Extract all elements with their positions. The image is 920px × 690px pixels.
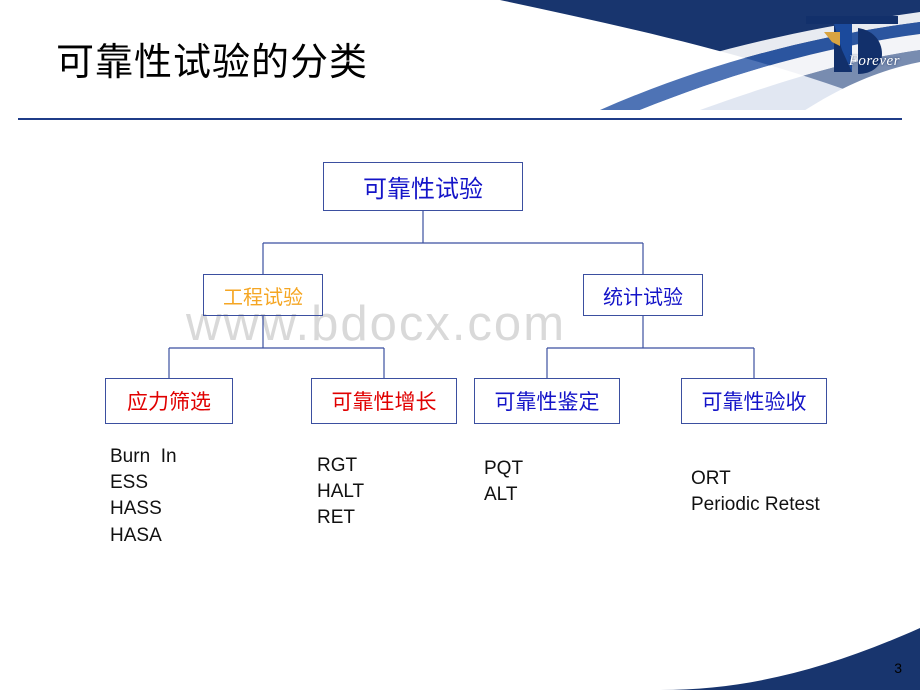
page-number: 3 [894,660,902,676]
leaf-list-stress-screening: Burn In ESS HASS HASA [110,446,177,546]
node-statistical-test[interactable]: 统计试验 [583,274,703,316]
node-stress-screening[interactable]: 应力筛选 [105,378,233,424]
leaf-list-reliability-acceptance: ORT Periodic Retest [691,468,820,516]
leaf-list-reliability-growth: RGT HALT RET [317,455,365,529]
node-reliability-qualification[interactable]: 可靠性鉴定 [474,378,620,424]
node-reliability-acceptance[interactable]: 可靠性验收 [681,378,827,424]
leaf-list-reliability-qualification: PQT ALT [484,458,524,506]
slide: Forever 可靠性试验的分类 www.bdocx.com 可靠性试验 工程试… [0,0,920,690]
diagram-connectors [168,211,755,378]
node-engineering-test[interactable]: 工程试验 [203,274,323,316]
node-root[interactable]: 可靠性试验 [323,162,523,211]
node-reliability-growth[interactable]: 可靠性增长 [311,378,457,424]
tree-diagram: 可靠性试验 工程试验 统计试验 应力筛选 可靠性增长 可靠性鉴定 可靠性验收 B… [0,0,920,690]
